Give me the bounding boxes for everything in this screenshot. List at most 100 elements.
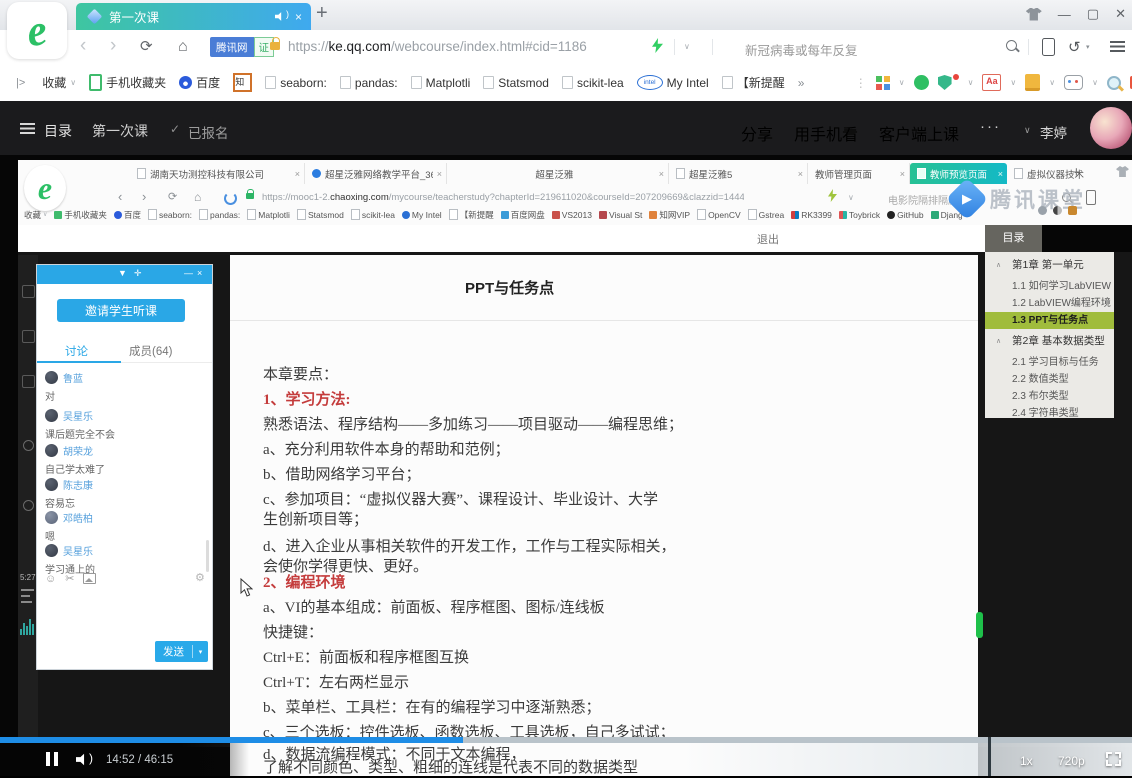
- bookmark-notice[interactable]: 【新提醒: [722, 74, 785, 91]
- inner-url-dropdown-icon[interactable]: ∨: [848, 193, 854, 202]
- chat-titlebar[interactable]: ▼ ✛ — ×: [37, 265, 212, 284]
- browser-logo-icon[interactable]: e: [7, 2, 67, 59]
- docs-ext-icon[interactable]: [1025, 74, 1040, 91]
- window-minimize-button[interactable]: —: [1058, 7, 1071, 22]
- bookmark[interactable]: Statsmod: [297, 209, 344, 220]
- chevron-down-icon[interactable]: ∨: [1010, 78, 1016, 87]
- inner-url-text[interactable]: https://mooc1-2.chaoxing.com/mycourse/te…: [262, 192, 744, 203]
- bookmark[interactable]: scikit-lea: [351, 209, 395, 220]
- tab-close-icon[interactable]: ×: [437, 169, 442, 179]
- tab-close-icon[interactable]: ×: [659, 169, 664, 179]
- chat-dropdown-icon[interactable]: ▼: [118, 268, 127, 278]
- send-button[interactable]: 发送 ▾: [155, 641, 208, 662]
- bookmark[interactable]: 【新提醒: [449, 209, 494, 221]
- window-close-button[interactable]: ✕: [1115, 6, 1126, 22]
- inner-tab[interactable]: 超星泛雅网络教学平台_360搜索×: [305, 163, 447, 184]
- quality-button[interactable]: 720p: [1058, 754, 1085, 768]
- invite-students-button[interactable]: 邀请学生听课: [57, 299, 185, 322]
- tab-close-icon[interactable]: ×: [798, 169, 803, 179]
- scissors-icon[interactable]: ✂: [65, 572, 74, 585]
- chevron-down-icon[interactable]: ∨: [1092, 78, 1098, 87]
- inner-tab[interactable]: 超星泛雅×: [447, 163, 669, 184]
- bookmark-zhihu-icon[interactable]: 知: [233, 73, 252, 92]
- toc-item[interactable]: 2.4 字符串类型: [985, 405, 1114, 422]
- bookmark[interactable]: Visual St: [599, 210, 642, 220]
- toc-chapter[interactable]: ∧第2章 基本数据类型: [985, 333, 1114, 350]
- pause-button[interactable]: [46, 752, 50, 766]
- toc-item-active[interactable]: 1.3 PPT与任务点: [985, 312, 1114, 329]
- chat-tab-discussion[interactable]: 讨论: [65, 343, 88, 359]
- share-button[interactable]: 分享: [741, 121, 773, 145]
- playback-speed-button[interactable]: 1x: [1020, 754, 1033, 768]
- inner-forward-icon[interactable]: ›: [142, 189, 146, 204]
- bookmark-statsmodels[interactable]: Statsmod: [483, 76, 549, 90]
- strip-tool-icon[interactable]: [23, 500, 34, 511]
- toc-item[interactable]: 1.1 如何学习LabVIEW: [985, 278, 1114, 295]
- theme-shirt-icon[interactable]: [1026, 8, 1042, 21]
- strip-tool-icon[interactable]: [23, 440, 34, 451]
- bookmark[interactable]: seaborn:: [148, 209, 192, 220]
- window-maximize-button[interactable]: ▢: [1087, 6, 1099, 22]
- bookmark-baidu[interactable]: 百度: [179, 74, 220, 91]
- wechat-ext-icon[interactable]: [914, 75, 929, 90]
- bookmark[interactable]: Matplotli: [247, 209, 290, 220]
- chevron-down-icon[interactable]: ∨: [968, 78, 974, 87]
- tab-close-icon[interactable]: ×: [900, 169, 905, 179]
- catalog-menu-icon[interactable]: [20, 123, 35, 134]
- inner-new-tab-button[interactable]: +: [1072, 164, 1081, 181]
- inner-back-icon[interactable]: ‹: [118, 189, 122, 204]
- inner-tab[interactable]: 教师管理页面×: [808, 163, 910, 184]
- bookmark[interactable]: RK3399: [791, 210, 832, 220]
- inner-tab[interactable]: 超星泛雅5×: [669, 163, 808, 184]
- bookmark-pandas[interactable]: pandas:: [340, 76, 398, 90]
- chevron-down-icon[interactable]: ∨: [899, 78, 905, 87]
- strip-tool-icon[interactable]: [22, 330, 35, 343]
- inner-tab-active[interactable]: 教师预览页面×: [910, 163, 1007, 184]
- bookmark-seaborn[interactable]: seaborn:: [265, 76, 327, 90]
- strip-tool-icon[interactable]: [22, 285, 35, 298]
- username[interactable]: 李婷: [1040, 122, 1067, 142]
- bookmark[interactable]: OpenCV: [697, 209, 741, 220]
- chat-close-icon[interactable]: ×: [197, 268, 202, 278]
- toc-header-tab[interactable]: 目录: [985, 225, 1042, 252]
- bookmark-sidebar-toggle[interactable]: |>: [16, 77, 25, 89]
- screenshot-ext-icon[interactable]: [1107, 76, 1121, 90]
- volume-icon[interactable]: ): [76, 752, 94, 767]
- bookmark-scikit-learn[interactable]: scikit-lea: [562, 76, 624, 90]
- client-class-button[interactable]: 客户端上课: [879, 121, 959, 145]
- exit-link[interactable]: 退出: [757, 231, 779, 247]
- tab-audio-icon[interactable]: ): [275, 11, 289, 23]
- browser-tab-active[interactable]: 第一次课 ) ×: [76, 3, 311, 30]
- inner-tab[interactable]: 虚拟仪器技术×: [1007, 163, 1132, 184]
- chat-settings-gear-icon[interactable]: ⚙: [195, 571, 205, 584]
- bookmark[interactable]: Gstrea: [748, 209, 785, 220]
- undo-caret-icon[interactable]: ▾: [1086, 43, 1090, 51]
- bookmark[interactable]: VS2013: [552, 210, 592, 220]
- bookmark-matplotlib[interactable]: Matplotli: [411, 76, 471, 90]
- bookmark[interactable]: My Intel: [402, 210, 442, 220]
- toc-item[interactable]: 2.3 布尔类型: [985, 388, 1114, 405]
- bookmark[interactable]: GitHub: [887, 210, 923, 220]
- inner-phone-icon[interactable]: [1086, 190, 1096, 205]
- emoji-icon[interactable]: ☺: [45, 573, 56, 585]
- toc-item[interactable]: 2.1 学习目标与任务: [985, 354, 1114, 371]
- bookmark-mobile-folder[interactable]: 手机收藏夹: [89, 74, 166, 91]
- more-menu-icon[interactable]: ···: [980, 118, 1001, 135]
- page-scrollbar-thumb[interactable]: [976, 612, 983, 638]
- image-icon[interactable]: [83, 573, 96, 584]
- new-tab-button[interactable]: +: [316, 2, 328, 25]
- url-text[interactable]: https://ke.qq.com/webcourse/index.html#c…: [288, 39, 587, 54]
- inner-tab[interactable]: 湖南天功测控科技有限公司×: [130, 163, 305, 184]
- tab-close-icon[interactable]: ×: [295, 169, 300, 179]
- bookmark[interactable]: Toybrick: [839, 210, 880, 220]
- translate-ext-icon[interactable]: Aa: [982, 74, 1001, 91]
- omni-search-input[interactable]: 新冠病毒或每年反复: [745, 40, 858, 59]
- bookmarks-overflow-icon[interactable]: »: [798, 76, 805, 90]
- back-icon[interactable]: ‹: [80, 36, 86, 55]
- undo-icon[interactable]: ↺: [1068, 38, 1081, 56]
- fullscreen-icon[interactable]: [1106, 752, 1121, 766]
- shield-ext-icon[interactable]: [938, 75, 952, 90]
- tab-close-icon[interactable]: ×: [295, 10, 302, 24]
- refresh-icon[interactable]: ⟳: [140, 37, 153, 56]
- chat-scrollbar-thumb[interactable]: [206, 540, 209, 572]
